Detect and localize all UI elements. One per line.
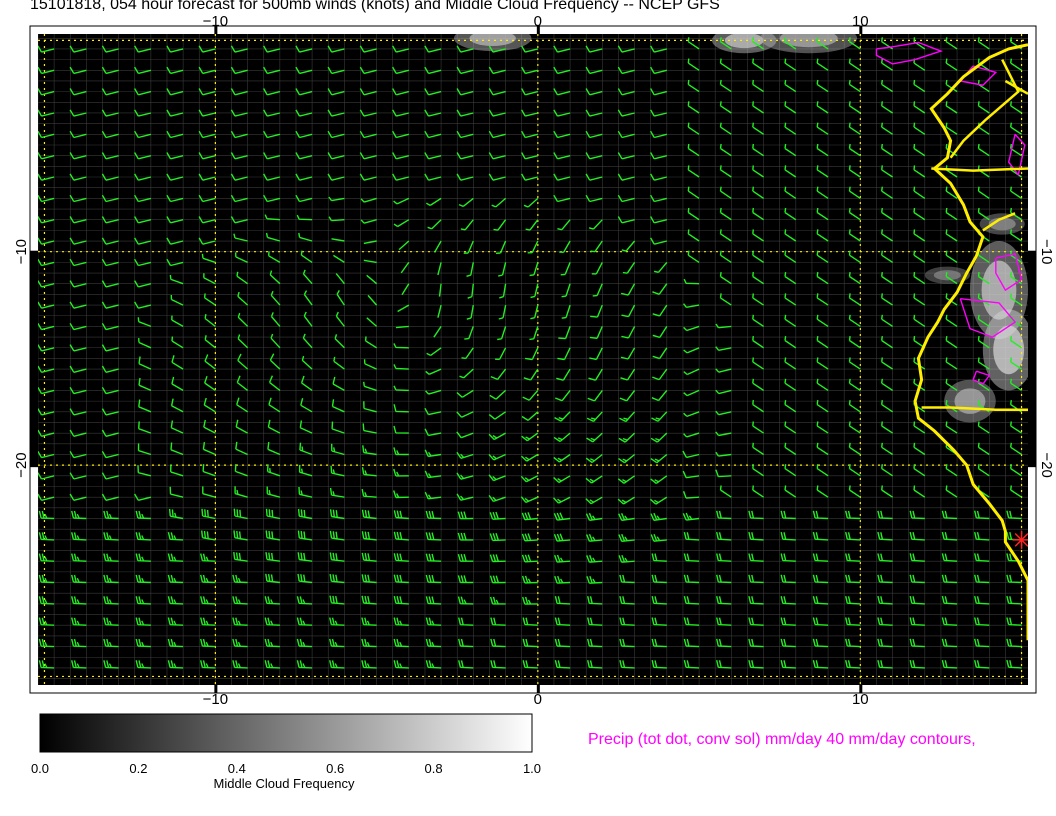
colorbar-gradient <box>39 713 533 753</box>
x-tick-label-bottom: 10 <box>852 691 869 708</box>
colorbar-tick-label: 0.0 <box>31 761 49 776</box>
map-figure: −10 −10 0 0 10 10 −10 −10 −20 −20 0.0 0.2 0.4 0.6 0.8… <box>13 13 1055 791</box>
station-markers <box>1012 530 1028 549</box>
colorbar-tick-label: 0.4 <box>228 761 246 776</box>
precip-legend-note: Precip (tot dot, conv sol) mm/day 40 mm/… <box>588 731 976 748</box>
y-tick-label-right: −10 <box>1038 239 1055 264</box>
colorbar-tick-label: 0.6 <box>326 761 344 776</box>
x-tick-label-top: 0 <box>534 13 542 30</box>
colorbar-tick-label: 0.8 <box>425 761 443 776</box>
cloud-patch <box>933 270 961 281</box>
x-tick-label-bottom: −10 <box>203 691 228 708</box>
colorbar-tick-label: 0.2 <box>129 761 147 776</box>
x-tick-label-top: 10 <box>852 13 869 30</box>
frame-block <box>30 251 38 466</box>
colorbar: 0.0 0.2 0.4 0.6 0.8 1.0 Middle Cloud Frequenc… <box>31 713 541 791</box>
y-tick-label-left: −10 <box>13 239 30 264</box>
frame-block <box>1028 251 1036 466</box>
x-tick-label-bottom: 0 <box>534 691 542 708</box>
y-tick-label-left: −20 <box>13 452 30 477</box>
colorbar-title: Middle Cloud Frequency <box>214 776 355 791</box>
y-tick-label-right: −20 <box>1038 452 1055 477</box>
colorbar-tick-label: 1.0 <box>523 761 541 776</box>
x-tick-label-top: −10 <box>203 13 228 30</box>
